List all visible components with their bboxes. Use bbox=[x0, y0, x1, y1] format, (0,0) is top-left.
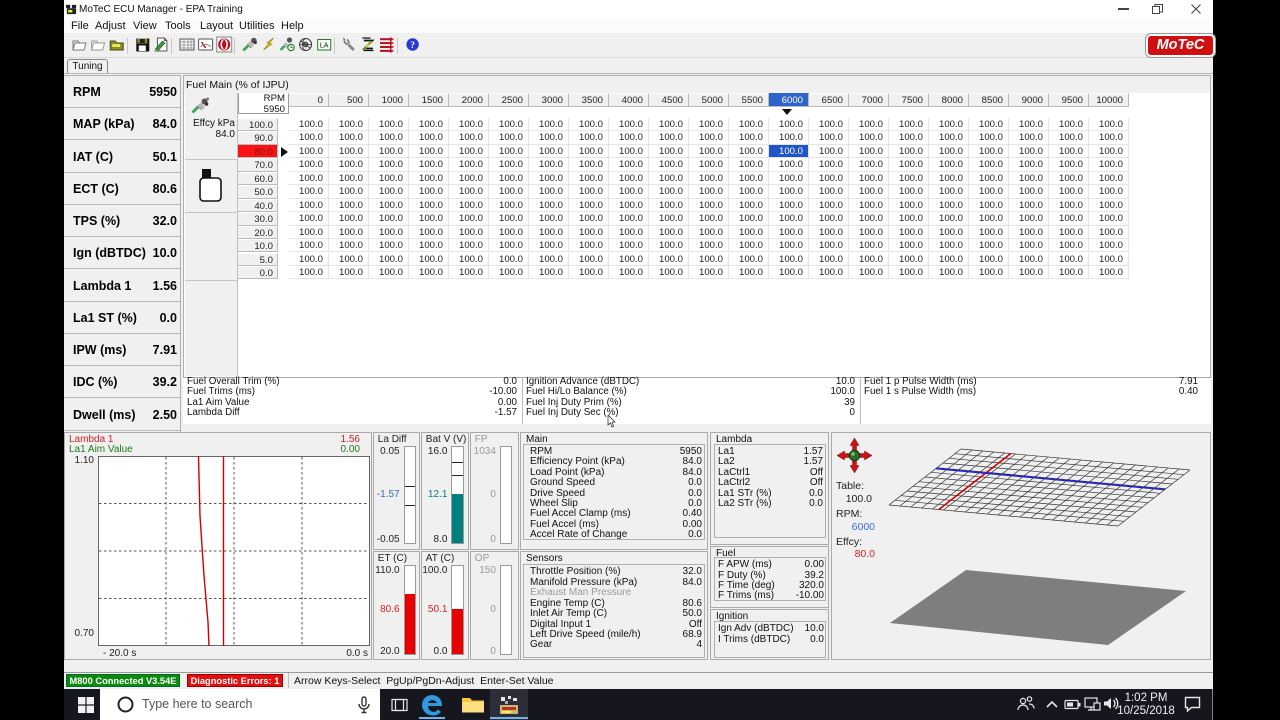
svg-text:?: ? bbox=[410, 41, 415, 51]
svg-text:LA: LA bbox=[320, 43, 329, 50]
